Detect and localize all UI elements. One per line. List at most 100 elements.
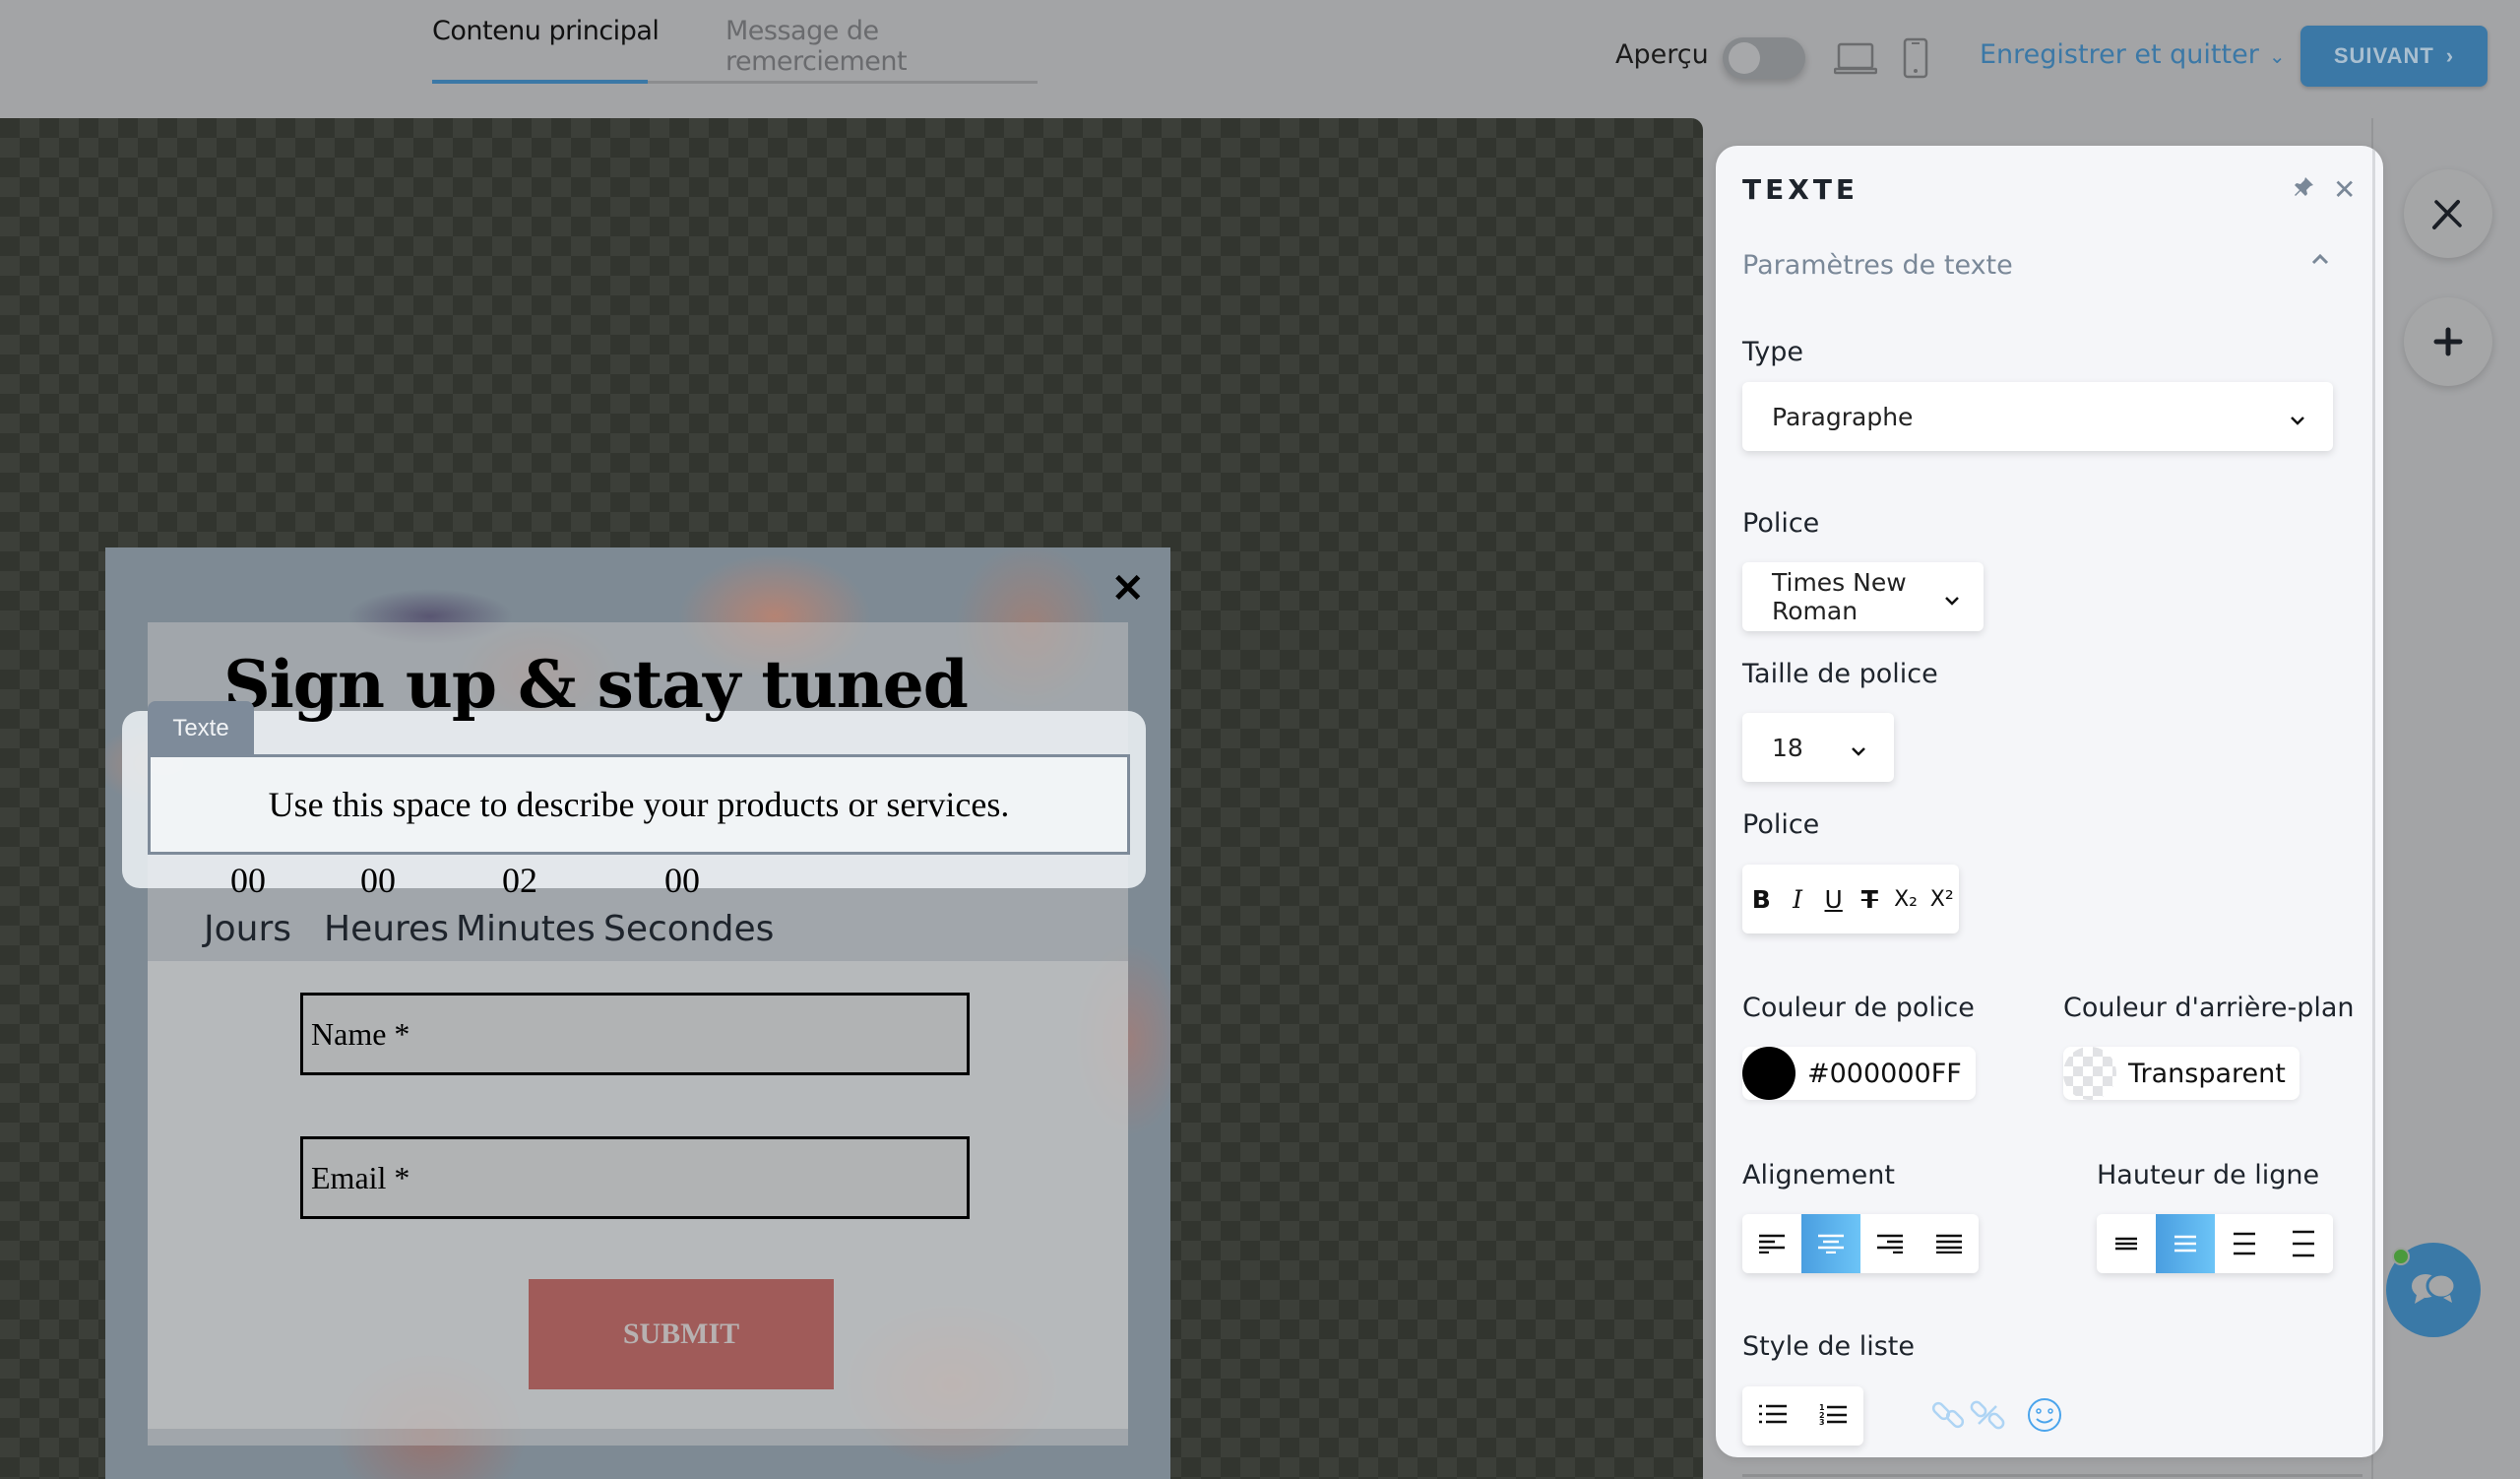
- line-height-1-button[interactable]: [2097, 1214, 2156, 1273]
- save-and-quit-button[interactable]: Enregistrer et quitter ⌄: [1980, 39, 2286, 70]
- italic-button[interactable]: I: [1781, 881, 1815, 917]
- next-button[interactable]: SUIVANT ›: [2300, 26, 2488, 87]
- line-height-label: Hauteur de ligne: [2097, 1160, 2320, 1190]
- signup-popup: ✕ Sign up & stay tuned Texte Use this sp…: [105, 547, 1170, 1479]
- countdown-label: Minutes: [456, 909, 596, 949]
- font-style-toolbar: B I U T X₂ X²: [1742, 865, 1959, 933]
- line-height-4-button[interactable]: [2274, 1214, 2333, 1273]
- emoji-icon[interactable]: [2026, 1396, 2063, 1439]
- align-justify-button[interactable]: [1920, 1214, 1979, 1273]
- align-right-button[interactable]: [1860, 1214, 1920, 1273]
- mobile-view-icon[interactable]: [1903, 37, 1928, 84]
- strikethrough-button[interactable]: T: [1853, 881, 1887, 917]
- countdown-value: 00: [664, 861, 700, 900]
- countdown-timer[interactable]: 00 Jours 00 Heures 02 Minutes 00 Seconde…: [105, 863, 1170, 981]
- tab-bar: Contenu principal Message de remerciemen…: [432, 0, 1038, 84]
- tab-thank-you-message[interactable]: Message de remerciement: [725, 16, 1038, 77]
- svg-text:3: 3: [1819, 1418, 1825, 1425]
- list-style-label: Style de liste: [1742, 1331, 1915, 1362]
- form-area: Name * Email * SUBMIT: [148, 961, 1128, 1429]
- email-placeholder: Email *: [311, 1159, 410, 1195]
- pin-icon[interactable]: [2292, 175, 2315, 204]
- type-dropdown[interactable]: Paragraphe: [1742, 382, 2333, 451]
- selection-tag: Texte: [148, 701, 254, 756]
- chevron-down-icon: [1944, 583, 1960, 611]
- font-size-dropdown[interactable]: 18: [1742, 713, 1894, 782]
- desktop-view-icon[interactable]: [1833, 41, 1878, 82]
- type-label: Type: [1742, 337, 1804, 367]
- chevron-up-icon[interactable]: [2311, 252, 2329, 270]
- font-style-label: Police: [1742, 809, 1820, 840]
- font-size-label: Taille de police: [1742, 659, 1938, 689]
- line-height-2-button[interactable]: [2156, 1214, 2215, 1273]
- design-tools-button[interactable]: [2404, 169, 2492, 258]
- bold-button[interactable]: B: [1744, 881, 1779, 917]
- submit-button[interactable]: SUBMIT: [529, 1279, 834, 1389]
- chevron-right-icon: ›: [2445, 43, 2455, 68]
- chevron-down-icon: [2290, 403, 2305, 431]
- add-element-button[interactable]: [2404, 297, 2492, 386]
- chevron-down-icon: ⌄: [2268, 44, 2286, 68]
- panel-footer-line: [1742, 1474, 2362, 1477]
- countdown-value: 00: [230, 861, 266, 900]
- font-dropdown[interactable]: Times New Roman: [1742, 562, 1984, 631]
- countdown-label: Secondes: [603, 909, 775, 949]
- preview-label: Aperçu: [1615, 39, 1709, 70]
- bg-color-value: Transparent: [2128, 1058, 2286, 1089]
- type-value: Paragraphe: [1772, 402, 1914, 431]
- align-left-button[interactable]: [1742, 1214, 1801, 1273]
- save-and-quit-label: Enregistrer et quitter: [1980, 39, 2259, 70]
- close-panel-icon[interactable]: ✕: [2333, 173, 2356, 206]
- countdown-label: Heures: [324, 909, 449, 949]
- chevron-down-icon: [1851, 734, 1866, 762]
- align-center-button[interactable]: [1801, 1214, 1860, 1273]
- font-value: Times New Roman: [1772, 568, 1907, 625]
- next-label: SUIVANT: [2333, 43, 2434, 68]
- list-style-group: 123: [1742, 1386, 1863, 1446]
- alignment-label: Alignement: [1742, 1160, 1895, 1190]
- toggle-knob: [1729, 42, 1760, 74]
- link-icon[interactable]: [1930, 1396, 1968, 1439]
- countdown-label: Jours: [204, 909, 292, 949]
- font-label: Police: [1742, 508, 1820, 539]
- underline-button[interactable]: U: [1816, 881, 1851, 917]
- active-tab-indicator: [432, 80, 648, 84]
- countdown-minutes: 02 Minutes: [456, 861, 596, 947]
- section-header-text-settings[interactable]: Paramètres de texte: [1742, 250, 2013, 281]
- superscript-button[interactable]: X²: [1924, 881, 1959, 917]
- bulleted-list-icon[interactable]: [1758, 1403, 1787, 1430]
- font-color-value: #000000FF: [1807, 1058, 1962, 1089]
- panel-scrollbar[interactable]: [2372, 146, 2375, 1457]
- plus-icon: [2433, 327, 2463, 356]
- unlink-icon[interactable]: [1969, 1396, 2006, 1439]
- font-color-picker[interactable]: #000000FF: [1742, 1047, 1976, 1100]
- transparent-swatch: [2063, 1047, 2116, 1100]
- email-field[interactable]: Email *: [300, 1136, 970, 1219]
- bg-color-picker[interactable]: Transparent: [2063, 1047, 2300, 1100]
- font-color-label: Couleur de police: [1742, 993, 1975, 1023]
- font-size-value: 18: [1772, 733, 1803, 762]
- preview-toggle[interactable]: [1723, 37, 1805, 79]
- countdown-value: 02: [502, 861, 537, 900]
- name-placeholder: Name *: [311, 1015, 410, 1052]
- line-height-3-button[interactable]: [2215, 1214, 2274, 1273]
- countdown-value: 00: [360, 861, 396, 900]
- pen-brush-icon: [2432, 200, 2462, 229]
- countdown-days: 00 Jours: [204, 861, 292, 947]
- online-status-dot: [2392, 1248, 2410, 1265]
- numbered-list-icon[interactable]: 123: [1819, 1403, 1848, 1430]
- tab-main-content[interactable]: Contenu principal: [432, 16, 660, 46]
- panel-title: TEXTE: [1742, 173, 1859, 206]
- subscript-button[interactable]: X₂: [1889, 881, 1923, 917]
- top-bar: Contenu principal Message de remerciemen…: [0, 0, 2520, 118]
- line-height-group: [2097, 1214, 2333, 1273]
- popup-description: Use this space to describe your products…: [268, 785, 1010, 824]
- chat-bubbles-icon: [2412, 1272, 2457, 1304]
- bg-color-label: Couleur d'arrière-plan: [2063, 993, 2355, 1023]
- name-field[interactable]: Name *: [300, 993, 970, 1075]
- text-settings-panel: TEXTE ✕ Paramètres de texte Type Paragra…: [1716, 146, 2383, 1457]
- countdown-hours: 00 Heures: [324, 861, 449, 947]
- selected-text-block[interactable]: Use this space to describe your products…: [148, 754, 1130, 855]
- popup-close-icon[interactable]: ✕: [1111, 569, 1145, 609]
- font-color-swatch: [1742, 1047, 1796, 1100]
